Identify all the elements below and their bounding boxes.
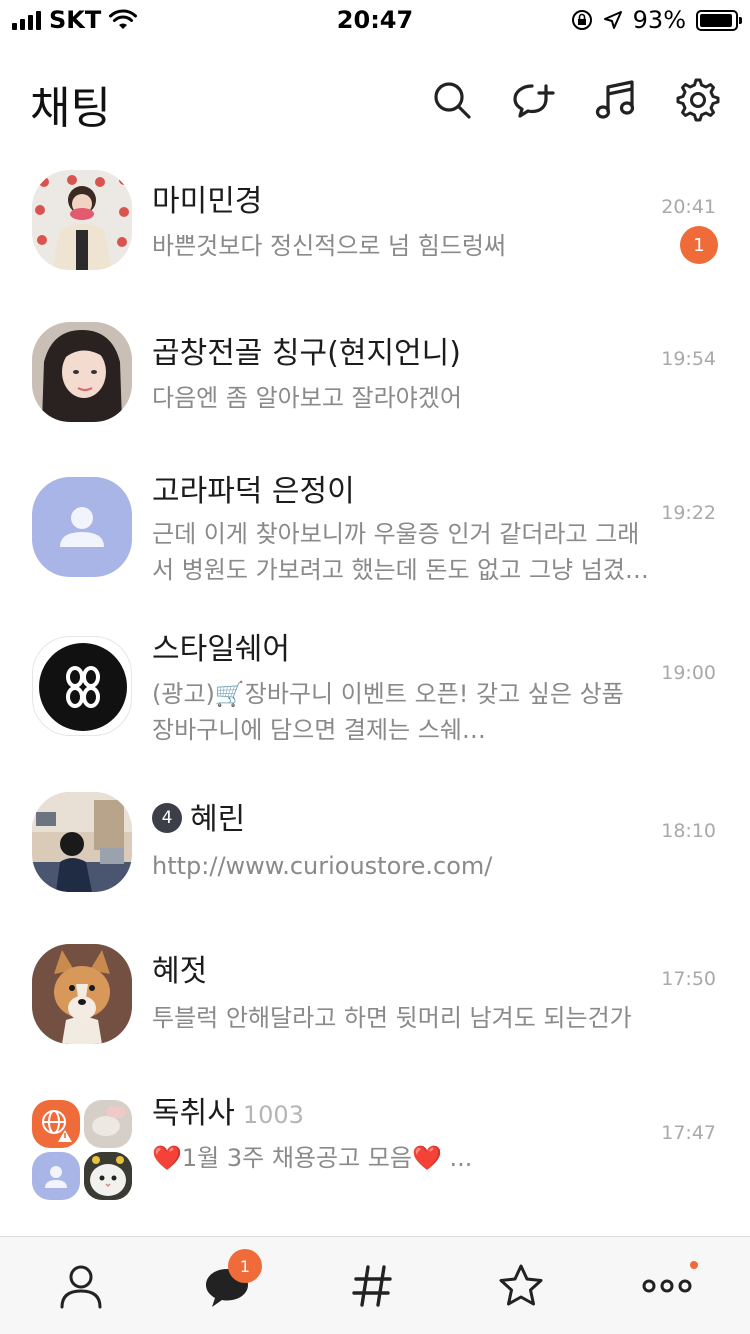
person-icon bbox=[60, 1265, 102, 1309]
avatar bbox=[32, 944, 132, 1044]
chat-item[interactable]: 곱창전골 칭구(현지언니) 다음엔 좀 알아보고 잘라야겠어 19:54 bbox=[0, 310, 750, 440]
group-avatar bbox=[32, 1100, 132, 1200]
star-icon bbox=[499, 1264, 543, 1306]
friends-tab[interactable] bbox=[56, 1261, 106, 1311]
chat-name: 독취사 1003 bbox=[152, 1088, 304, 1132]
avatar bbox=[32, 477, 132, 577]
more-tab[interactable] bbox=[642, 1261, 698, 1311]
chats-tab[interactable]: 1 bbox=[202, 1249, 262, 1311]
chat-time: 17:50 bbox=[661, 968, 716, 990]
chat-name: 고라파덕 은정이 bbox=[152, 474, 355, 509]
chat-name: 마미민경 bbox=[152, 184, 263, 219]
avatar bbox=[84, 1152, 132, 1200]
hashtag-icon bbox=[352, 1265, 392, 1307]
favorites-tab[interactable] bbox=[496, 1261, 546, 1311]
chat-name: 스타일쉐어 bbox=[152, 632, 290, 667]
chat-last-message: ❤️1월 3주 채용공고 모음❤️ ... bbox=[152, 1144, 473, 1172]
more-icon bbox=[642, 1279, 692, 1293]
chat-item[interactable]: 4 혜린 http://www.curioustore.com/ 18:10 bbox=[0, 780, 750, 910]
status-bar: SKT 20:47 93% bbox=[0, 0, 750, 40]
member-badge: 4 bbox=[152, 802, 182, 833]
unread-badge: 1 bbox=[680, 226, 718, 264]
battery-icon bbox=[696, 9, 742, 31]
chat-item[interactable]: 독취사 1003 ❤️1월 3주 채용공고 모음❤️ ... 17:47 bbox=[0, 1080, 750, 1210]
avatar bbox=[32, 1100, 80, 1148]
page-title: 채팅 bbox=[30, 83, 111, 134]
chat-time: 19:22 bbox=[661, 502, 716, 524]
avatar bbox=[84, 1100, 132, 1148]
chat-item[interactable]: 마미민경 바쁜것보다 정신적으로 넘 힘드렁써 20:41 1 bbox=[0, 160, 750, 290]
chat-time: 20:41 bbox=[661, 196, 716, 218]
new-indicator-dot bbox=[690, 1261, 698, 1269]
chat-name: 곱창전골 칭구(현지언니) bbox=[152, 336, 461, 371]
music-icon[interactable] bbox=[594, 78, 638, 122]
chat-last-message: 바쁜것보다 정신적으로 넘 힘드렁써 bbox=[152, 232, 507, 260]
chat-item[interactable]: 고라파덕 은정이 근데 이게 찾아보니까 우울증 인거 같더라고 그래서 병원도… bbox=[0, 460, 750, 600]
chat-name-text: 혜린 bbox=[190, 802, 246, 837]
avatar bbox=[32, 170, 132, 270]
avatar bbox=[32, 636, 132, 736]
chat-time: 19:00 bbox=[661, 662, 716, 684]
chat-name-text: 독취사 bbox=[152, 1096, 235, 1131]
avatar bbox=[32, 792, 132, 892]
bottom-tab-bar: 1 bbox=[0, 1236, 750, 1334]
chat-time: 18:10 bbox=[661, 820, 716, 842]
new-chat-icon[interactable] bbox=[512, 78, 556, 122]
chat-time: 19:54 bbox=[661, 348, 716, 370]
location-icon bbox=[603, 11, 622, 29]
header: 채팅 bbox=[0, 62, 750, 142]
member-count: 1003 bbox=[242, 1101, 304, 1129]
chat-last-message[interactable]: http://www.curioustore.com/ bbox=[152, 848, 652, 884]
chat-name: 혜젓 bbox=[152, 954, 208, 989]
hashtag-tab[interactable] bbox=[348, 1261, 398, 1311]
chat-item[interactable]: 혜젓 투블럭 안해달라고 하면 뒷머리 남겨도 되는건가 17:50 bbox=[0, 930, 750, 1060]
chat-time: 17:47 bbox=[661, 1122, 716, 1144]
chat-last-message: (광고)🛒장바구니 이벤트 오픈! 갖고 싶은 상품 장바구니에 담으면 결제는… bbox=[152, 680, 624, 744]
search-icon[interactable] bbox=[430, 78, 474, 122]
chat-last-message: 다음엔 좀 알아보고 잘라야겠어 bbox=[152, 384, 462, 412]
avatar bbox=[32, 322, 132, 422]
settings-icon[interactable] bbox=[676, 78, 720, 122]
avatar bbox=[32, 1152, 80, 1200]
chat-item[interactable]: 스타일쉐어 (광고)🛒장바구니 이벤트 오픈! 갖고 싶은 상품 장바구니에 담… bbox=[0, 620, 750, 760]
chat-name: 4 혜린 bbox=[152, 794, 245, 838]
chat-unread-badge: 1 bbox=[228, 1249, 262, 1283]
chat-last-message: 근데 이게 찾아보니까 우울증 인거 같더라고 그래서 병원도 가보려고 했는데… bbox=[152, 520, 649, 584]
rotation-lock-icon bbox=[571, 10, 592, 30]
battery-percentage: 93% bbox=[632, 6, 686, 34]
chat-last-message: 투블럭 안해달라고 하면 뒷머리 남겨도 되는건가 bbox=[152, 1004, 632, 1032]
